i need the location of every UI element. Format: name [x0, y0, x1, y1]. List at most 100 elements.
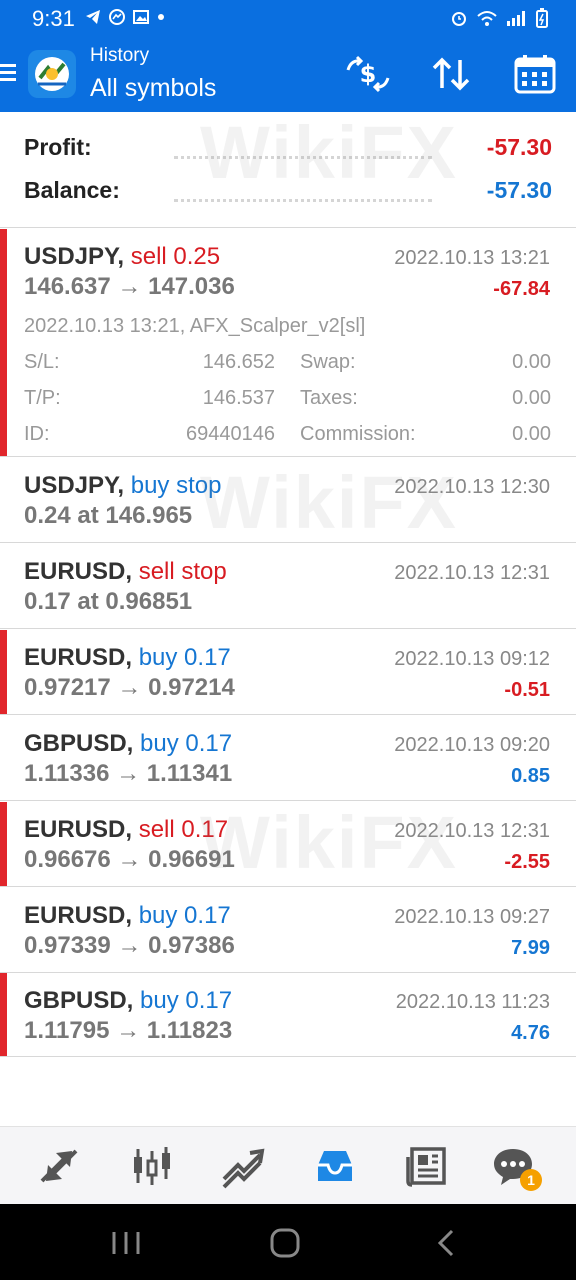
- trade-prices: 0.96676 → 0.96691: [24, 846, 235, 873]
- system-navigation-bar: [0, 1204, 576, 1280]
- profit-row: Profit: -57.30: [24, 134, 552, 168]
- trade-icon[interactable]: [220, 1143, 266, 1189]
- trade-side: buy 0.17: [140, 730, 233, 757]
- balance-row: Balance: -57.30: [24, 177, 552, 211]
- signal-icon: [507, 11, 525, 26]
- tp-value: 146.537: [202, 387, 275, 409]
- chart-icon[interactable]: [128, 1143, 174, 1189]
- trade-profit: -0.51: [504, 679, 550, 701]
- currency-exchange-icon[interactable]: $: [345, 54, 391, 94]
- trade-profit: 4.76: [511, 1022, 550, 1044]
- profit-label: Profit:: [24, 134, 92, 160]
- trade-side: sell 0.17: [138, 816, 229, 843]
- chat-button[interactable]: 1: [490, 1143, 542, 1191]
- trade-profit: 0.85: [511, 765, 550, 787]
- app-logo: [28, 50, 76, 98]
- id-value: 69440146: [186, 423, 275, 445]
- trade-title: EURUSD, sell stop: [24, 558, 227, 586]
- trade-prices: 0.97217 → 0.97214: [24, 674, 235, 701]
- trade-profit: -67.84: [493, 278, 550, 300]
- trade-side: buy stop: [130, 472, 222, 499]
- trade-prices: 1.11795 → 1.11823: [24, 1017, 233, 1044]
- trade-symbol: EURUSD,: [24, 902, 133, 929]
- trade-row[interactable]: EURUSD, buy 0.17 0.97339 → 0.97386 2022.…: [0, 888, 576, 973]
- tp-label: T/P:: [24, 387, 61, 409]
- recent-apps-icon[interactable]: [106, 1228, 146, 1258]
- trade-side: buy 0.17: [138, 902, 231, 929]
- trade-prices: 146.637 → 147.036: [24, 273, 235, 300]
- trade-symbol: USDJPY,: [24, 472, 125, 499]
- alarm-icon: [452, 12, 466, 26]
- trade-profit: -2.55: [504, 851, 550, 873]
- account-summary: Profit: -57.30 Balance: -57.30: [0, 112, 576, 228]
- menu-icon[interactable]: [0, 62, 18, 84]
- id-label: ID:: [24, 423, 50, 445]
- trade-time: 2022.10.13 09:27: [394, 906, 550, 928]
- commission-label: Commission:: [300, 423, 416, 445]
- status-system-icons: [450, 8, 548, 28]
- dot-icon: [158, 14, 164, 20]
- sort-icon[interactable]: [428, 54, 474, 94]
- screen-subtitle: History: [90, 45, 150, 66]
- trade-time: 2022.10.13 09:12: [394, 648, 550, 670]
- trade-symbol: EURUSD,: [24, 644, 133, 671]
- closed-position-marker: [0, 630, 7, 714]
- trade-title: USDJPY, sell 0.25: [24, 243, 220, 271]
- trade-time: 2022.10.13 12:31: [394, 562, 550, 584]
- trade-time: 2022.10.13 09:20: [394, 734, 550, 756]
- bottom-navigation: 1: [0, 1126, 576, 1204]
- trade-time: 2022.10.13 12:31: [394, 820, 550, 842]
- chat-badge: 1: [520, 1169, 542, 1191]
- trade-row[interactable]: GBPUSD, buy 0.17 1.11795 → 1.11823 2022.…: [0, 973, 576, 1057]
- trade-row[interactable]: EURUSD, sell 0.17 0.96676 → 0.96691 2022…: [0, 802, 576, 887]
- swap-label: Swap:: [300, 351, 356, 373]
- closed-position-marker: [0, 973, 7, 1056]
- trade-profit: 7.99: [511, 937, 550, 959]
- quotes-icon[interactable]: [36, 1143, 82, 1189]
- trade-title: EURUSD, buy 0.17: [24, 902, 231, 930]
- trade-row[interactable]: EURUSD, sell stop 0.17 at 0.96851 2022.1…: [0, 544, 576, 629]
- battery-icon: [536, 8, 548, 28]
- commission-value: 0.00: [512, 423, 551, 445]
- trade-side: sell stop: [138, 558, 227, 585]
- closed-position-marker: [0, 802, 7, 886]
- trade-title: GBPUSD, buy 0.17: [24, 730, 232, 758]
- telegram-icon: [86, 10, 100, 24]
- trade-row[interactable]: USDJPY, buy stop 0.24 at 146.965 2022.10…: [0, 458, 576, 543]
- taxes-label: Taxes:: [300, 387, 358, 409]
- trade-time: 2022.10.13 12:30: [394, 476, 550, 498]
- calendar-icon[interactable]: [512, 54, 558, 94]
- trade-title: EURUSD, buy 0.17: [24, 644, 231, 672]
- trade-row[interactable]: GBPUSD, buy 0.17 1.11336 → 1.11341 2022.…: [0, 716, 576, 801]
- trade-side: buy 0.17: [140, 987, 233, 1014]
- back-icon[interactable]: [428, 1228, 468, 1258]
- trade-title: GBPUSD, buy 0.17: [24, 987, 232, 1015]
- history-icon[interactable]: [312, 1143, 358, 1189]
- trade-symbol: EURUSD,: [24, 816, 133, 843]
- symbols-filter-title[interactable]: All symbols: [90, 74, 216, 103]
- trade-time: 2022.10.13 11:23: [395, 991, 550, 1013]
- trade-prices: 0.17 at 0.96851: [24, 588, 193, 615]
- status-notification-icons: [84, 8, 166, 26]
- dotted-leader: [174, 199, 432, 202]
- trade-prices: 0.97339 → 0.97386: [24, 932, 235, 959]
- trade-side: buy 0.17: [138, 644, 231, 671]
- balance-label: Balance:: [24, 177, 120, 203]
- home-icon[interactable]: [265, 1228, 305, 1258]
- trade-comment: 2022.10.13 13:21, AFX_Scalper_v2[sl]: [24, 315, 366, 337]
- trade-time: 2022.10.13 13:21: [394, 247, 550, 269]
- messenger-icon: [109, 9, 125, 25]
- trade-symbol: EURUSD,: [24, 558, 133, 585]
- news-icon[interactable]: [404, 1143, 450, 1189]
- swap-value: 0.00: [512, 351, 551, 373]
- taxes-value: 0.00: [512, 387, 551, 409]
- trade-symbol: USDJPY,: [24, 243, 125, 270]
- trade-prices: 0.24 at 146.965: [24, 502, 193, 529]
- status-bar: 9:31: [0, 0, 576, 36]
- trade-row[interactable]: EURUSD, buy 0.17 0.97217 → 0.97214 2022.…: [0, 630, 576, 715]
- trade-title: USDJPY, buy stop: [24, 472, 221, 500]
- gallery-icon: [133, 10, 149, 24]
- sl-label: S/L:: [24, 351, 60, 373]
- trade-row[interactable]: USDJPY, sell 0.25 146.637 → 147.036 2022…: [0, 229, 576, 457]
- trade-symbol: GBPUSD,: [24, 987, 134, 1014]
